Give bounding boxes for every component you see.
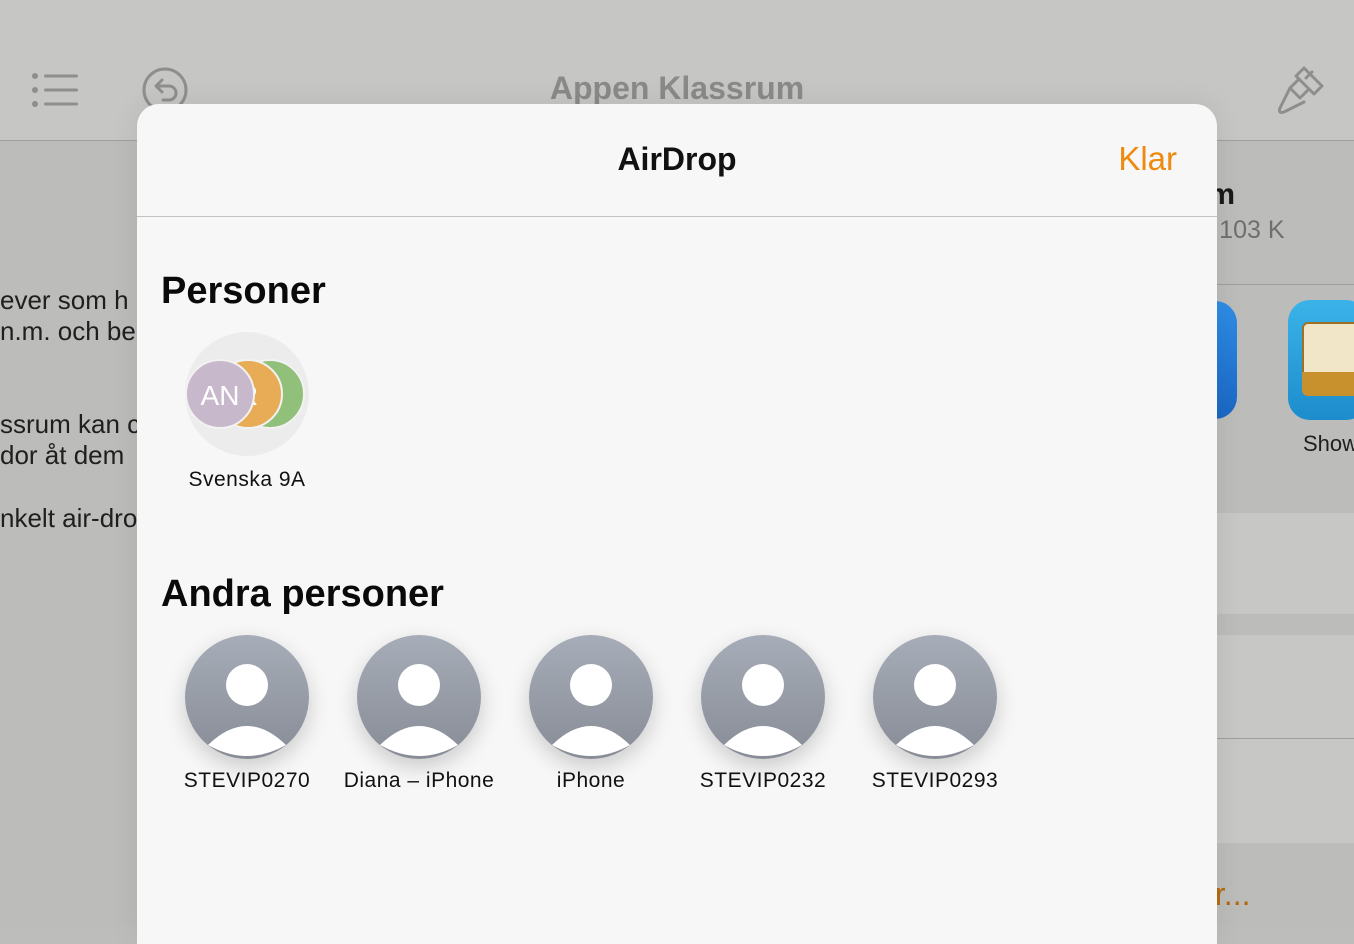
background-text-line: ssrum kan c [0, 409, 141, 439]
member-avatar: AN [185, 359, 255, 429]
person-icon [529, 635, 653, 759]
background-row[interactable] [1217, 739, 1354, 843]
person-icon [185, 635, 309, 759]
group-avatar: R R AN [185, 332, 309, 456]
sheet-title: AirDrop [617, 141, 737, 177]
divider [1217, 284, 1354, 285]
paintbrush-icon[interactable] [1274, 62, 1328, 118]
person-icon [357, 635, 481, 759]
group-label: Svenska 9A [188, 468, 306, 491]
person-icon [701, 635, 825, 759]
background-text-line: n.m. och be [0, 316, 136, 346]
airdrop-sheet: AirDrop Klar Personer R R AN Svenska 9A … [137, 104, 1217, 944]
device-label: STEVIP0293 [871, 769, 999, 792]
background-text-line: ever som h [0, 285, 129, 315]
background-text-line: nkelt air-dro [0, 503, 138, 533]
background-row[interactable] [1217, 513, 1354, 614]
people-heading: Personer [161, 270, 326, 312]
background-text-line: dor åt dem [0, 440, 125, 470]
done-button[interactable]: Klar [1118, 140, 1177, 178]
background-title: Appen Klassrum [549, 70, 805, 106]
showbie-app-icon[interactable] [1288, 300, 1354, 420]
tray-icon [1302, 322, 1354, 396]
person-icon [873, 635, 997, 759]
sheet-header: AirDrop Klar [137, 104, 1217, 217]
other-people-heading: Andra personer [161, 573, 444, 615]
background-row[interactable] [1217, 635, 1354, 738]
app-label: Show [1303, 431, 1354, 456]
